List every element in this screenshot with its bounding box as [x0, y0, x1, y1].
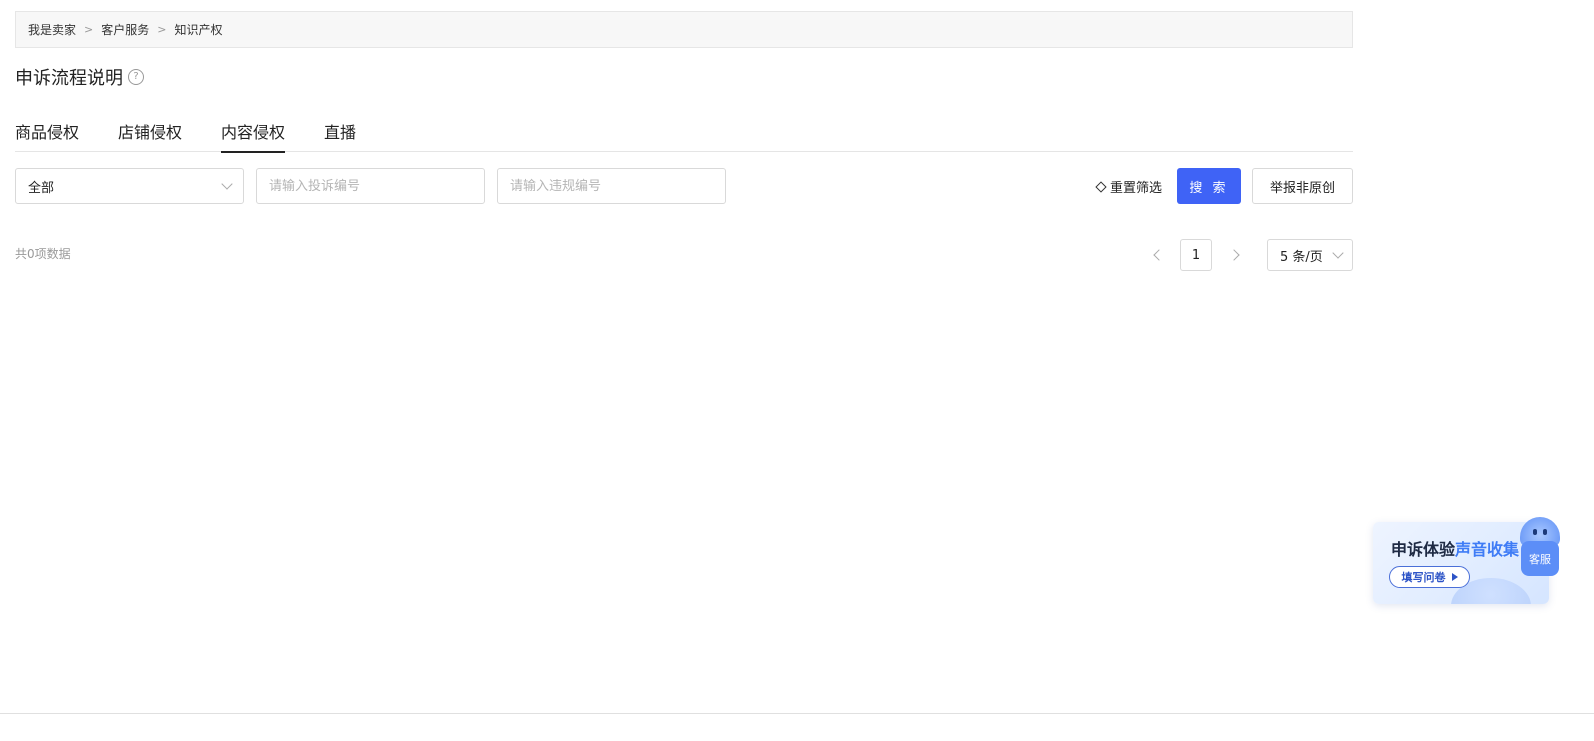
tab-live-stream[interactable]: 直播	[324, 110, 356, 152]
chevron-right-icon	[1228, 249, 1240, 261]
fill-survey-label: 填写问卷	[1401, 571, 1446, 584]
reset-filter-button[interactable]: 重置筛选	[1095, 176, 1163, 196]
mascot-eye	[1533, 529, 1537, 535]
chevron-down-icon	[221, 178, 233, 190]
eraser-icon	[1095, 181, 1107, 193]
tab-bar: 商品侵权 店铺侵权 内容侵权 直播	[15, 110, 1353, 153]
chevron-down-icon	[1332, 247, 1344, 259]
page-title-container: 申诉流程说明 ?	[15, 64, 144, 90]
prev-page-button[interactable]	[1147, 246, 1167, 264]
breadcrumb-item-ip: 知识产权	[174, 23, 223, 37]
total-count: 共0项数据	[15, 247, 71, 261]
mascot-eye	[1543, 529, 1547, 535]
play-triangle-icon	[1451, 573, 1458, 581]
customer-service-label: 客服	[1521, 541, 1559, 576]
survey-title-highlight: 声音收集	[1455, 540, 1520, 559]
footer-divider	[0, 713, 1594, 714]
tab-shop-infringement[interactable]: 店铺侵权	[118, 110, 182, 152]
tab-content-infringement[interactable]: 内容侵权	[221, 110, 286, 153]
breadcrumb: 我是卖家 > 客户服务 > 知识产权	[15, 11, 1353, 48]
fill-survey-button[interactable]: 填写问卷	[1389, 566, 1470, 588]
tab-product-infringement[interactable]: 商品侵权	[15, 110, 79, 152]
chevron-left-icon	[1153, 249, 1165, 261]
breadcrumb-item-seller[interactable]: 我是卖家	[28, 21, 76, 38]
type-select[interactable]: 全部	[15, 168, 244, 204]
page-size-select[interactable]: 5 条/页	[1267, 239, 1353, 271]
breadcrumb-separator: >	[157, 23, 167, 36]
question-circle-icon[interactable]: ?	[128, 69, 144, 85]
reset-filter-label: 重置筛选	[1110, 180, 1163, 196]
breadcrumb-item-customer-service[interactable]: 客户服务	[101, 21, 149, 38]
report-non-original-button[interactable]: 举报非原创	[1252, 168, 1353, 204]
breadcrumb-separator: >	[84, 23, 94, 36]
type-select-value: 全部	[28, 180, 55, 196]
complaint-number-input[interactable]	[256, 168, 485, 204]
next-page-button[interactable]	[1226, 246, 1246, 264]
page-size-value: 5 条/页	[1280, 249, 1323, 265]
customer-service-widget[interactable]: 客服	[1520, 517, 1560, 577]
page-number-current[interactable]: 1	[1180, 239, 1212, 271]
violation-number-input[interactable]	[497, 168, 726, 204]
survey-title-prefix: 申诉体验	[1391, 540, 1456, 559]
page-title: 申诉流程说明	[15, 68, 123, 89]
survey-banner-title: 申诉体验声音收集	[1391, 536, 1519, 560]
search-button[interactable]: 搜 索	[1177, 168, 1241, 204]
